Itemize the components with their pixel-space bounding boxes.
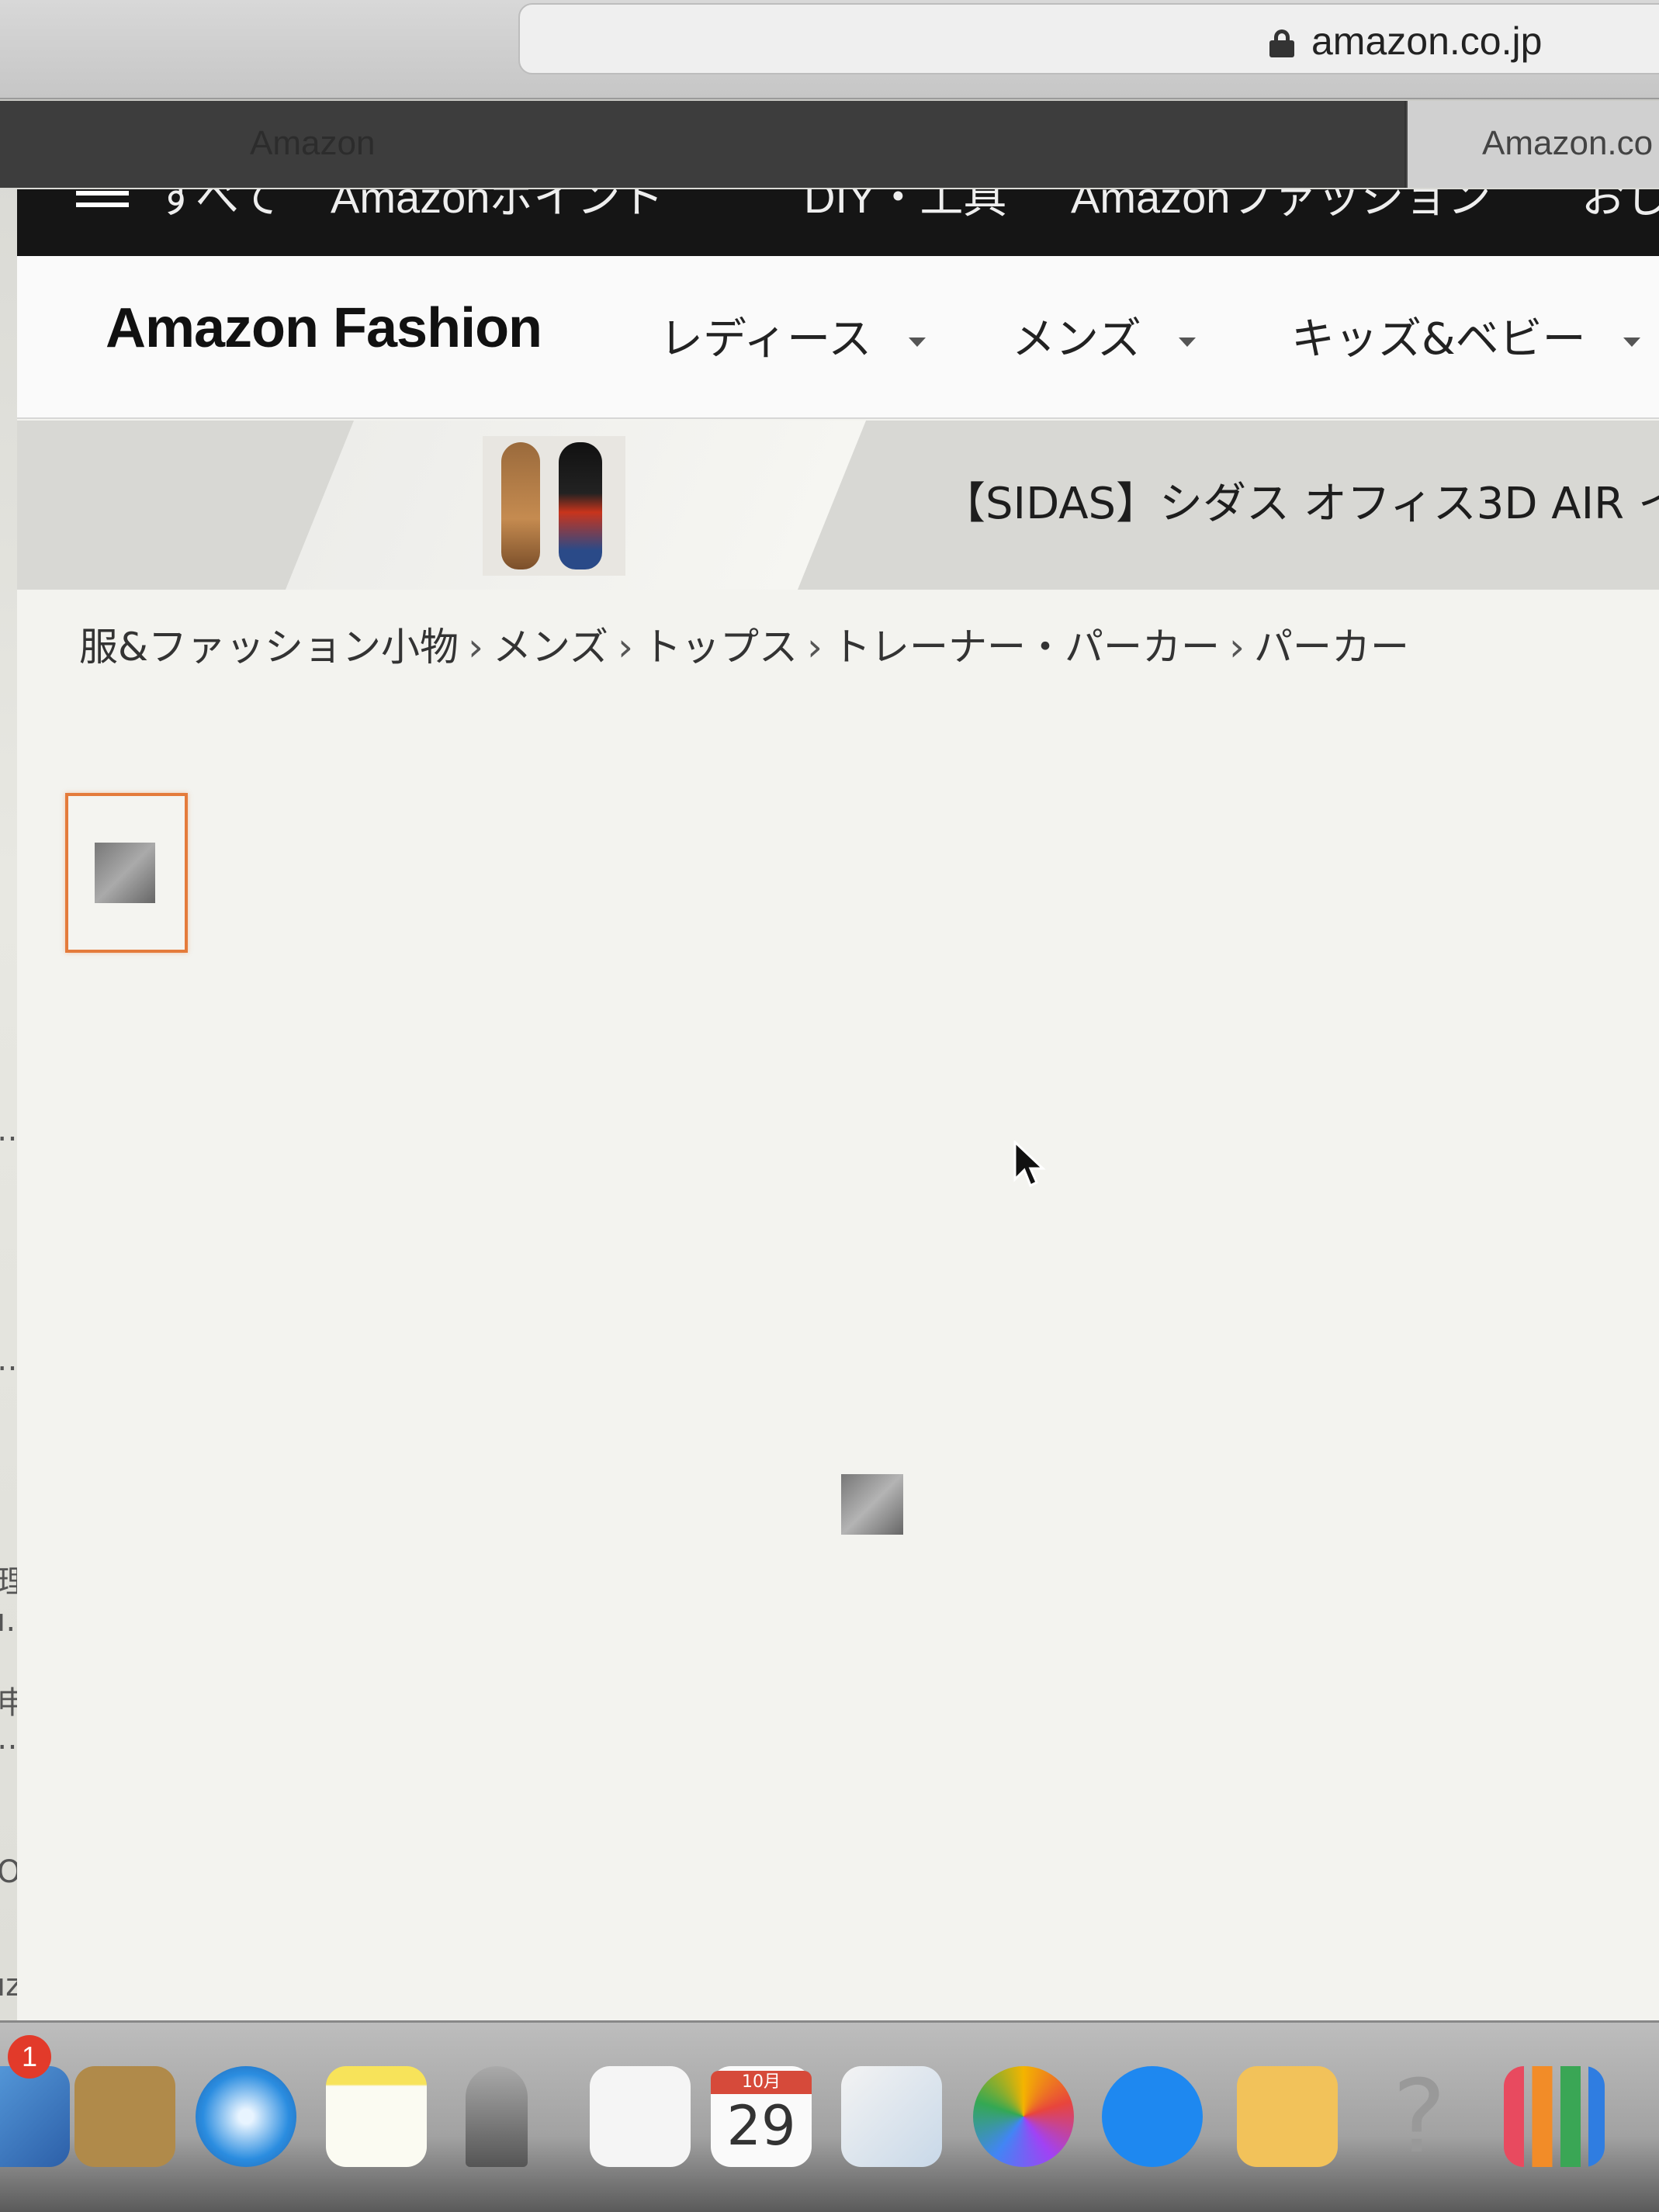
main-image-broken-icon[interactable] [841,1474,903,1535]
calendar-month: 10月 [711,2071,812,2094]
caret-down-icon [1178,337,1196,347]
numbers-icon[interactable] [1504,2066,1605,2167]
tab-amazon-co[interactable]: Amazon.co [1408,101,1659,188]
hamburger-menu-icon[interactable] [76,191,129,214]
dock: 1 10月 29 ? [0,2020,1659,2212]
nav-item-points[interactable]: Amazonポイント [331,189,663,226]
menu-kids-baby[interactable]: キッズ&ベビー [1291,304,1640,367]
photos-icon[interactable] [973,2066,1074,2167]
breadcrumb-item[interactable]: トップス [642,625,798,670]
preview-icon[interactable] [841,2066,942,2167]
menu-label: メンズ [1012,314,1141,365]
tab-label: Amazon [250,124,376,162]
fashion-header: Amazon Fashion レディース メンズ キッズ&ベビー [17,256,1659,419]
pencil-icon[interactable] [466,2066,528,2167]
calendar-icon[interactable]: 10月 29 [711,2066,812,2167]
notes-icon[interactable] [326,2066,427,2167]
thumbnail-broken-image-icon [95,843,155,903]
nav-item-all[interactable]: すべて [155,189,281,226]
menu-label: キッズ&ベビー [1291,314,1586,365]
breadcrumb-item[interactable]: パーカー [1254,625,1409,670]
menu-label: レディース [660,314,872,365]
breadcrumb-item[interactable]: トレーナー・パーカー [832,625,1220,670]
nav-item-more[interactable]: おし [1581,189,1659,226]
nav-item-fashion[interactable]: Amazonファッション [1071,189,1491,226]
reminders-icon[interactable] [590,2066,691,2167]
notes-book-icon[interactable] [74,2066,175,2167]
finder-icon[interactable] [0,2066,70,2167]
url-text[interactable]: amazon.co.jp [1311,19,1542,64]
lock-icon [1269,29,1294,57]
product-thumbnail[interactable] [65,793,188,953]
breadcrumb-separator: › [618,625,633,670]
breadcrumb-separator: › [1229,625,1245,670]
notification-badge: 1 [8,2035,51,2079]
promo-banner[interactable]: 【SIDAS】シダス オフィス3D AIR イン [17,421,1659,590]
menu-ladies[interactable]: レディース [660,304,926,367]
banner-title[interactable]: 【SIDAS】シダス オフィス3D AIR イン [942,469,1659,531]
breadcrumb-item[interactable]: 服&ファッション小物 [79,625,459,670]
safari-icon[interactable] [196,2066,296,2167]
tab-label: Amazon.co [1482,124,1654,162]
breadcrumb: 服&ファッション小物 › メンズ › トップス › トレーナー・パーカー › パーカー [79,616,1409,672]
mouse-cursor-icon [1013,1141,1046,1188]
breadcrumb-separator: › [807,625,823,670]
web-page: すべて Amazonポイント DIY・工具 Amazonファッション おし Am… [17,189,1659,2020]
browser-toolbar: amazon.co.jp [0,0,1659,99]
help-icon[interactable]: ? [1369,2066,1470,2167]
amazon-fashion-logo[interactable]: Amazon Fashion [106,296,542,360]
caret-down-icon [909,337,926,347]
menu-mens[interactable]: メンズ [1012,304,1196,367]
breadcrumb-item[interactable]: メンズ [493,625,608,670]
nav-item-diy[interactable]: DIY・工具 [804,189,1006,226]
messages-icon[interactable] [1102,2066,1203,2167]
pages-icon[interactable] [1237,2066,1338,2167]
calendar-day: 29 [726,2094,796,2158]
tab-bar: Amazon Amazon.co [0,101,1659,188]
caret-down-icon [1623,337,1640,347]
screen: amazon.co.jp Amazon Amazon.co … … 理 ı… 申… [0,0,1659,2212]
breadcrumb-separator: › [468,625,483,670]
amazon-nav-bar: すべて Amazonポイント DIY・工具 Amazonファッション おし [17,189,1659,256]
insole-product-image[interactable] [483,436,625,576]
tab-amazon[interactable]: Amazon [0,101,1406,188]
